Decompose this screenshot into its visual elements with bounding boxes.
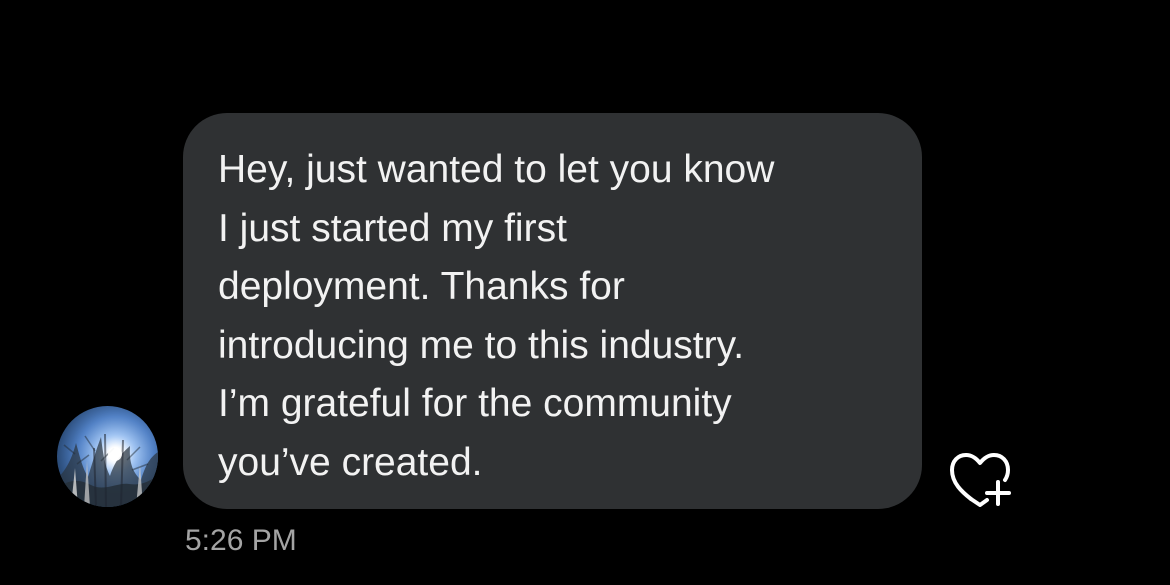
heart-plus-icon xyxy=(950,453,1011,507)
message-line: introducing me to this industry. xyxy=(218,323,745,367)
message-line: Hey, just wanted to let you know xyxy=(218,148,775,191)
sunlit-trees-avatar-icon xyxy=(57,406,158,507)
message-line: you’ve created. xyxy=(218,440,483,484)
add-reaction-button[interactable] xyxy=(945,447,1015,507)
message-bubble[interactable]: Hey, just wanted to let you know I just … xyxy=(183,113,922,509)
message-line: I just started my first xyxy=(218,206,567,250)
message-line: deployment. Thanks for xyxy=(218,265,625,308)
message-timestamp: 5:26 PM xyxy=(185,524,297,557)
message-line: I’m grateful for the community xyxy=(218,382,732,425)
sender-avatar[interactable] xyxy=(57,406,158,507)
message-text: Hey, just wanted to let you know I just … xyxy=(218,141,908,492)
